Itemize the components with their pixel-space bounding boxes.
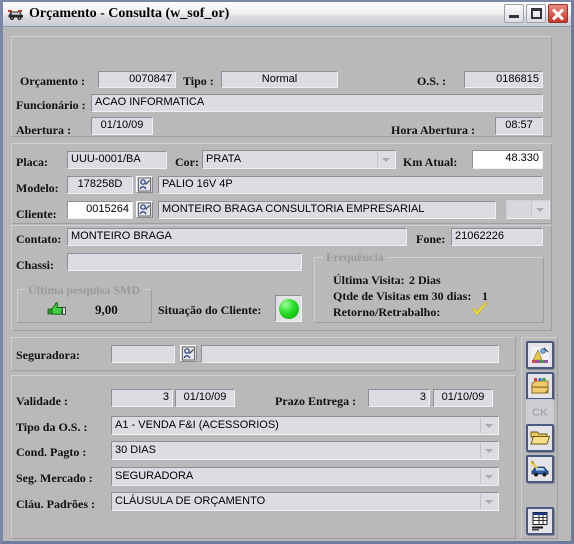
tipo-os-value: A1 - VENDA F&I (ACESSORIOS) — [115, 419, 279, 431]
close-button[interactable] — [548, 4, 568, 23]
cliente-label: Cliente: — [16, 207, 57, 221]
clau-padroes-combo[interactable]: CLÁUSULA DE ORÇAMENTO — [111, 492, 499, 511]
tipo-os-label: Tipo da O.S. : — [16, 420, 88, 434]
chassi-field[interactable] — [67, 253, 302, 271]
retorno-retrabalho-label: Retorno/Retrabalho: — [333, 305, 441, 319]
check-mark-icon — [471, 302, 489, 318]
funcionario-field[interactable]: ACAO INFORMATICA — [91, 94, 543, 112]
chevron-down-icon[interactable] — [480, 469, 497, 484]
tipo-os-combo[interactable]: A1 - VENDA F&I (ACESSORIOS) — [111, 416, 499, 435]
cliente-name-field[interactable]: MONTEIRO BRAGA CONSULTORIA EMPRESARIAL — [158, 201, 496, 219]
car-icon — [7, 6, 25, 22]
form-client-area: Orçamento : 0070847 Tipo : Normal O.S. :… — [3, 27, 571, 541]
modelo-label: Modelo: — [16, 181, 59, 195]
ck-button[interactable]: CK — [526, 399, 554, 427]
os-field[interactable]: 0186815 — [464, 71, 543, 88]
contato-field[interactable]: MONTEIRO BRAGA — [67, 228, 407, 246]
status-led-green — [279, 299, 299, 319]
table-report-icon — [530, 511, 550, 531]
cor-combo[interactable]: PRATA — [202, 150, 396, 169]
open-folder-button[interactable] — [526, 424, 554, 452]
modelo-desc-field[interactable]: PALIO 16V 4P — [158, 176, 543, 194]
maximize-button[interactable] — [526, 4, 546, 23]
orcamento-label: Orçamento : — [20, 74, 85, 88]
seguradora-label: Seguradora: — [16, 348, 80, 362]
paint-button[interactable] — [526, 341, 554, 369]
placa-field[interactable]: UUU-0001/BA — [67, 151, 167, 169]
contato-label: Contato: — [16, 232, 62, 246]
cor-label: Cor: — [175, 155, 199, 169]
chevron-down-icon[interactable] — [480, 494, 497, 509]
validade-label: Validade : — [16, 394, 68, 408]
tipo-field[interactable]: Normal — [221, 71, 338, 88]
ultima-visita-label: Última Visita: — [333, 273, 405, 287]
cond-pagto-value: 30 DIAS — [115, 444, 156, 456]
prazo-entrega-date-field[interactable]: 01/10/09 — [433, 389, 493, 407]
thumbs-up-icon — [47, 301, 66, 315]
seg-mercado-label: Seg. Mercado : — [16, 471, 93, 485]
funcionario-label: Funcionário : — [16, 98, 86, 112]
cliente-extra-combo[interactable] — [506, 200, 550, 219]
open-folder-icon — [530, 429, 550, 447]
status-badge — [275, 295, 302, 322]
window-controls — [504, 4, 568, 23]
abertura-field[interactable]: 01/10/09 — [91, 117, 153, 135]
km-atual-label: Km Atual: — [403, 155, 458, 169]
cond-pagto-combo[interactable]: 30 DIAS — [111, 441, 499, 460]
fone-field[interactable]: 21062226 — [451, 228, 543, 246]
maximize-icon — [531, 8, 542, 19]
chevron-down-icon[interactable] — [480, 418, 497, 433]
chevron-down-icon[interactable] — [531, 202, 548, 217]
seguradora-lookup-icon[interactable] — [180, 345, 197, 362]
abertura-label: Abertura : — [16, 123, 71, 137]
frequencia-caption: Frequência — [323, 250, 387, 265]
title-bar[interactable]: Orçamento - Consulta (w_sof_or) — [3, 2, 571, 27]
modelo-lookup-icon[interactable] — [136, 176, 153, 193]
seg-mercado-value: SEGURADORA — [115, 470, 194, 482]
toolbox-icon — [530, 376, 550, 396]
ultima-visita-value: 2 Dias — [409, 273, 441, 287]
vehicle-button[interactable] — [526, 455, 554, 483]
qtde-visitas-value: 1 — [482, 289, 488, 303]
ck-icon: CK — [532, 407, 548, 419]
cliente-code-field[interactable]: 0015264 — [67, 201, 133, 219]
chevron-down-icon[interactable] — [480, 443, 497, 458]
chevron-down-icon[interactable] — [377, 152, 394, 167]
tipo-label: Tipo : — [183, 74, 214, 88]
pesquisa-smd-value: 9,00 — [95, 302, 118, 317]
modelo-code-field[interactable]: 178258D — [67, 176, 133, 194]
window-title: Orçamento - Consulta (w_sof_or) — [29, 6, 230, 21]
situacao-cliente-label: Situação do Cliente: — [158, 303, 262, 317]
pesquisa-smd-caption: Última pesquisa SMD — [25, 283, 144, 298]
cor-value: PRATA — [206, 153, 242, 165]
os-label: O.S. : — [417, 74, 447, 88]
fone-label: Fone: — [416, 232, 446, 246]
seguradora-name-field[interactable] — [201, 345, 499, 363]
validade-date-field[interactable]: 01/10/09 — [175, 389, 235, 407]
car-tools-icon — [530, 460, 550, 478]
toolbox-button[interactable] — [526, 372, 554, 400]
km-atual-field[interactable]: 48.330 — [472, 150, 543, 169]
minimize-icon — [509, 15, 519, 18]
application-window: Orçamento - Consulta (w_sof_or) Orçament… — [0, 0, 574, 544]
qtde-visitas-label: Qtde de Visitas em 30 dias: — [333, 289, 472, 303]
hora-abertura-field[interactable]: 08:57 — [495, 117, 543, 135]
hora-abertura-label: Hora Abertura : — [391, 123, 475, 137]
validade-days-field[interactable]: 3 — [111, 389, 173, 407]
orcamento-field[interactable]: 0070847 — [98, 71, 176, 88]
clau-padroes-label: Cláu. Padrões : — [16, 497, 95, 511]
prazo-entrega-days-field[interactable]: 3 — [368, 389, 430, 407]
prazo-entrega-label: Prazo Entrega : — [275, 394, 357, 408]
placa-label: Placa: — [16, 155, 48, 169]
cond-pagto-label: Cond. Pagto : — [16, 445, 87, 459]
clau-padroes-value: CLÁUSULA DE ORÇAMENTO — [115, 495, 266, 507]
paint-palette-icon — [530, 345, 550, 365]
seguradora-code-field[interactable] — [111, 345, 175, 363]
seg-mercado-combo[interactable]: SEGURADORA — [111, 467, 499, 486]
chassi-label: Chassi: — [16, 258, 55, 272]
report-button[interactable] — [526, 507, 554, 535]
cliente-lookup-icon[interactable] — [136, 201, 153, 218]
minimize-button[interactable] — [504, 4, 524, 23]
